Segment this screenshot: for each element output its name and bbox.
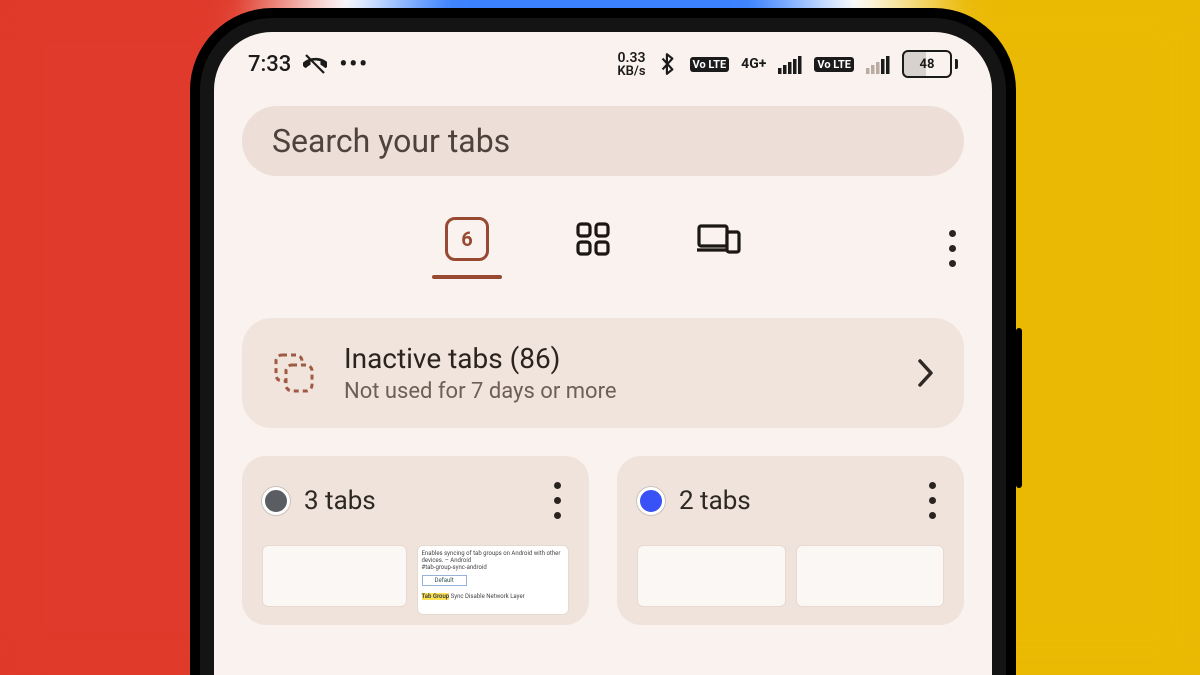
- power-button: [1016, 328, 1022, 488]
- volte-badge-2: Vo LTE: [814, 57, 854, 72]
- search-placeholder: Search your tabs: [272, 122, 510, 160]
- inactive-tabs-icon: [270, 349, 318, 397]
- network-speed: 0.33 KB/s: [617, 51, 645, 78]
- status-bar: 7:33 ••• 0.33 KB/s Vo LTE 4G+: [214, 32, 992, 96]
- inactive-tabs-title: Inactive tabs (86): [344, 342, 890, 375]
- search-tabs-input[interactable]: Search your tabs: [242, 106, 964, 176]
- tab-thumbnail[interactable]: [796, 545, 945, 607]
- group-color-dot: [637, 487, 665, 515]
- tab-groups-icon[interactable]: [558, 221, 628, 275]
- group-menu-button[interactable]: [929, 474, 936, 527]
- tab-group-card[interactable]: 3 tabs Enables syncing of tab groups on …: [242, 456, 589, 625]
- missed-call-icon: [303, 52, 327, 76]
- tab-thumbnail[interactable]: Enables syncing of tab groups on Android…: [417, 545, 570, 615]
- group-menu-button[interactable]: [554, 474, 561, 527]
- tab-open-tabs[interactable]: 6: [432, 217, 502, 279]
- group-color-dot: [262, 487, 290, 515]
- group-label: 3 tabs: [304, 486, 540, 516]
- network-type: 4G+: [741, 56, 766, 72]
- tab-devices-icon[interactable]: [684, 222, 754, 274]
- inactive-tabs-subtitle: Not used for 7 days or more: [344, 379, 890, 404]
- signal-bars-icon-1: [778, 54, 802, 74]
- screen: 7:33 ••• 0.33 KB/s Vo LTE 4G+: [214, 32, 992, 675]
- tab-switcher-bar: 6: [242, 212, 964, 284]
- status-time: 7:33: [248, 52, 291, 77]
- group-label: 2 tabs: [679, 486, 915, 516]
- volte-badge-1: Vo LTE: [690, 57, 730, 72]
- signal-bars-icon-2: [866, 54, 890, 74]
- open-tab-count: 6: [445, 217, 489, 261]
- bluetooth-icon: [658, 52, 678, 76]
- inactive-tabs-card[interactable]: Inactive tabs (86) Not used for 7 days o…: [242, 318, 964, 428]
- chevron-right-icon: [916, 358, 936, 388]
- battery-indicator: 48: [902, 50, 958, 78]
- tab-group-card[interactable]: 2 tabs: [617, 456, 964, 625]
- overflow-menu-button[interactable]: [949, 222, 956, 275]
- tab-thumbnail[interactable]: [262, 545, 407, 607]
- more-notifications-icon: •••: [339, 52, 369, 77]
- tab-thumbnail[interactable]: [637, 545, 786, 607]
- phone-frame: 7:33 ••• 0.33 KB/s Vo LTE 4G+: [190, 8, 1016, 675]
